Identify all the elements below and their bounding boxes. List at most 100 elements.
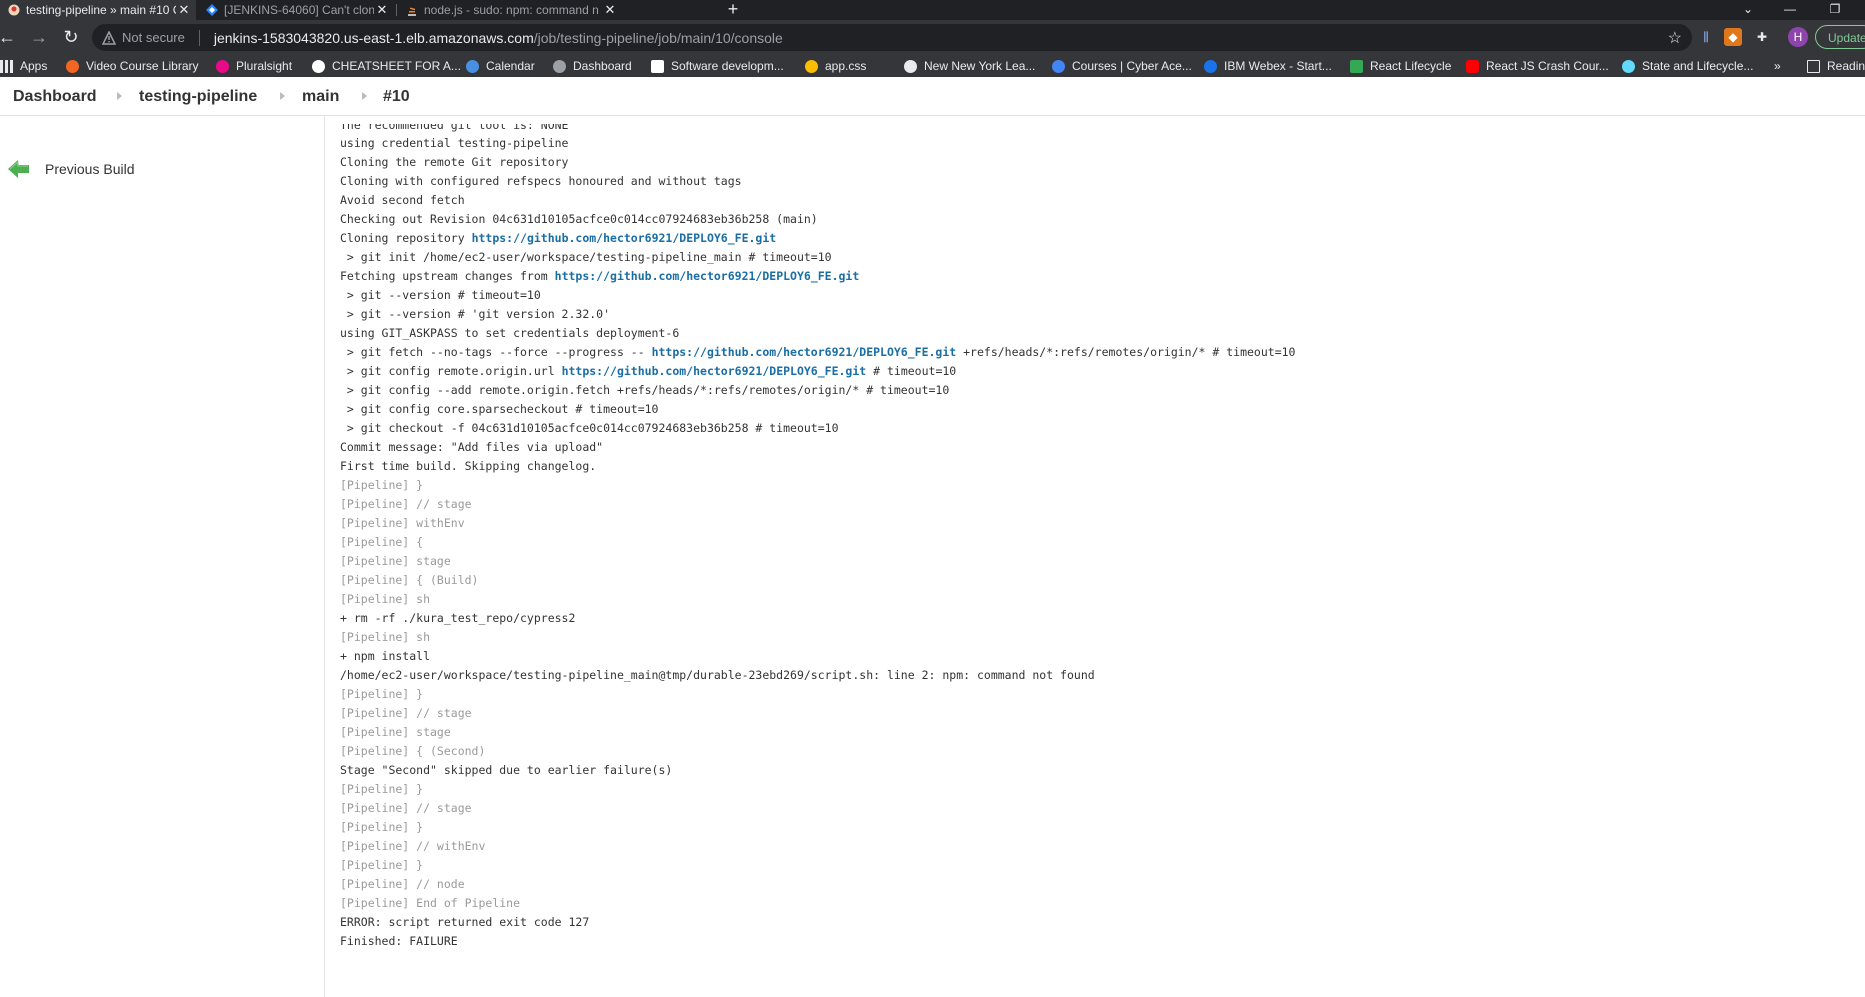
browser-tab-stackoverflow[interactable]: node.js - sudo: npm: command n ✕ — [398, 0, 714, 20]
bookmark-dashboard[interactable]: Dashboard — [553, 55, 632, 77]
console-line-text: [Pipeline] withEnv — [340, 516, 465, 530]
update-button[interactable]: Update — [1815, 25, 1865, 49]
breadcrumb-chevron-icon[interactable] — [362, 92, 367, 100]
console-line: Avoid second fetch — [340, 191, 1840, 210]
console-line: [Pipeline] stage — [340, 723, 1840, 742]
console-line: Finished: FAILURE — [340, 932, 1840, 951]
eyes-icon — [805, 59, 818, 73]
tab-title: testing-pipeline » main #10 Cons — [26, 3, 176, 17]
bookmark-reading-list[interactable]: Readin — [1807, 55, 1865, 77]
console-repo-link[interactable]: https://github.com/hector6921/DEPLOY6_FE… — [472, 231, 777, 245]
bookmark-apps[interactable]: Apps — [0, 55, 47, 77]
console-line: > git fetch --no-tags --force --progress… — [340, 343, 1840, 362]
browser-toolbar: ← → ↻ Not secure jenkins-1583043820.us-e… — [0, 20, 1865, 55]
tab-search-icon[interactable]: ⌄ — [1733, 0, 1763, 18]
bookmarks-overflow[interactable]: » — [1774, 55, 1781, 77]
browser-tab-jenkins-issue[interactable]: [JENKINS-64060] Can't clone priv ✕ — [198, 0, 394, 20]
console-line-text: > git fetch --no-tags --force --progress… — [340, 345, 652, 359]
close-icon[interactable]: ✕ — [374, 2, 390, 18]
bookmark-cyber-ace[interactable]: Courses | Cyber Ace... — [1052, 55, 1192, 77]
bookmark-state-lifecycle[interactable]: State and Lifecycle... — [1622, 55, 1753, 77]
console-line-text: [Pipeline] } — [340, 687, 424, 701]
dashboard-icon — [553, 59, 566, 73]
breadcrumb-main[interactable]: main — [302, 77, 339, 115]
console-line-text: Finished: FAILURE — [340, 934, 458, 948]
console-line-text: The recommended git tool is: NONE — [340, 124, 569, 132]
close-icon[interactable]: ✕ — [176, 2, 192, 18]
console-line: The recommended git tool is: NONE — [340, 124, 1840, 134]
back-arrow-icon[interactable]: ← — [0, 26, 18, 48]
bookmark-pluralsight[interactable]: Pluralsight — [216, 55, 292, 77]
tab-title: [JENKINS-64060] Can't clone priv — [224, 3, 374, 17]
browser-tab-jenkins-console[interactable]: testing-pipeline » main #10 Cons ✕ — [0, 0, 196, 20]
breadcrumb-chevron-icon[interactable] — [117, 92, 122, 100]
bookmark-label: Apps — [20, 59, 48, 73]
bookmark-label: State and Lifecycle... — [1642, 59, 1754, 73]
console-repo-link[interactable]: https://github.com/hector6921/DEPLOY6_FE… — [555, 269, 860, 283]
security-indicator[interactable]: Not secure — [102, 30, 185, 45]
console-line-text: [Pipeline] } — [340, 820, 424, 834]
profile-avatar[interactable]: H — [1788, 27, 1808, 47]
console-line: > git --version # 'git version 2.32.0' — [340, 305, 1840, 324]
close-icon[interactable]: ✕ — [602, 2, 618, 18]
console-line-text: Checking out Revision 04c631d10105acfce0… — [340, 212, 818, 226]
bookmark-ibm-webex[interactable]: IBM Webex - Start... — [1204, 55, 1332, 77]
forward-arrow-icon[interactable]: → — [28, 26, 50, 48]
url-text[interactable]: jenkins-1583043820.us-east-1.elb.amazona… — [214, 30, 783, 46]
extension-bars-icon[interactable]: ⫼ — [1697, 28, 1715, 46]
not-secure-label: Not secure — [122, 30, 185, 45]
bookmark-software-development[interactable]: Software developm... — [651, 55, 784, 77]
console-line: Cloning the remote Git repository — [340, 153, 1840, 172]
browser-tab-strip: testing-pipeline » main #10 Cons ✕ [JENK… — [0, 0, 1865, 20]
console-repo-link[interactable]: https://github.com/hector6921/DEPLOY6_FE… — [652, 345, 957, 359]
metamask-fox-icon[interactable]: ◆ — [1724, 28, 1742, 46]
previous-arrow-icon — [8, 160, 29, 178]
apps-grid-icon — [0, 59, 13, 73]
console-repo-link[interactable]: https://github.com/hector6921/DEPLOY6_FE… — [562, 364, 867, 378]
console-line-text: [Pipeline] // stage — [340, 497, 472, 511]
console-line: using GIT_ASKPASS to set credentials dep… — [340, 324, 1840, 343]
breadcrumb-build-number[interactable]: #10 — [383, 77, 410, 115]
url-path: /job/testing-pipeline/job/main/10/consol… — [533, 29, 783, 46]
bookmark-app-css[interactable]: app.css — [805, 55, 866, 77]
bookmark-label: CHEATSHEET FOR A... — [332, 59, 461, 73]
console-line: [Pipeline] // node — [340, 875, 1840, 894]
breadcrumb-chevron-icon[interactable] — [280, 92, 285, 100]
console-line: > git config --add remote.origin.fetch +… — [340, 381, 1840, 400]
bookmark-video-course-library[interactable]: Video Course Library — [66, 55, 199, 77]
console-line-text: [Pipeline] stage — [340, 554, 451, 568]
bookmarks-bar: Apps Video Course Library Pluralsight CH… — [0, 55, 1865, 77]
console-line-text: > git config core.sparsecheckout # timeo… — [340, 402, 659, 416]
breadcrumb-testing-pipeline[interactable]: testing-pipeline — [139, 77, 257, 115]
bookmark-new-york[interactable]: New New York Lea... — [904, 55, 1035, 77]
console-line-suffix: +refs/heads/*:refs/remotes/origin/* # ti… — [956, 345, 1296, 359]
console-line: [Pipeline] stage — [340, 552, 1840, 571]
console-line: Commit message: "Add files via upload" — [340, 438, 1840, 457]
previous-build-link[interactable]: Previous Build — [8, 160, 135, 178]
bookmark-react-lifecycle[interactable]: React Lifecycle — [1350, 55, 1451, 77]
minimize-icon[interactable]: — — [1775, 0, 1805, 18]
console-line-text: using credential testing-pipeline — [340, 136, 569, 150]
bookmark-star-icon[interactable]: ☆ — [1668, 28, 1682, 48]
console-line-text: /home/ec2-user/workspace/testing-pipelin… — [340, 668, 1095, 682]
bookmark-react-crash-course[interactable]: React JS Crash Cour... — [1466, 55, 1609, 77]
console-line-text: Commit message: "Add files via upload" — [340, 440, 604, 454]
amazon-icon — [651, 59, 664, 73]
console-line-text: [Pipeline] // withEnv — [340, 839, 486, 853]
console-line: using credential testing-pipeline — [340, 134, 1840, 153]
jenkins-icon — [8, 4, 20, 16]
bookmark-cheatsheet[interactable]: CHEATSHEET FOR A... — [312, 55, 461, 77]
address-bar[interactable]: Not secure jenkins-1583043820.us-east-1.… — [92, 24, 1692, 51]
restore-icon[interactable]: ❐ — [1820, 0, 1850, 18]
bookmark-calendar[interactable]: Calendar — [466, 55, 535, 77]
new-tab-button[interactable]: + — [724, 0, 742, 20]
reload-icon[interactable]: ↻ — [60, 26, 82, 48]
console-line: + rm -rf ./kura_test_repo/cypress2 — [340, 609, 1840, 628]
console-line: Cloning repository https://github.com/he… — [340, 229, 1840, 248]
bookmark-label: New New York Lea... — [924, 59, 1036, 73]
extensions-puzzle-icon[interactable]: ✚ — [1753, 28, 1771, 46]
console-line-text: + rm -rf ./kura_test_repo/cypress2 — [340, 611, 576, 625]
breadcrumb-dashboard[interactable]: Dashboard — [13, 77, 97, 115]
console-line: Checking out Revision 04c631d10105acfce0… — [340, 210, 1840, 229]
console-line-text: [Pipeline] End of Pipeline — [340, 896, 521, 910]
